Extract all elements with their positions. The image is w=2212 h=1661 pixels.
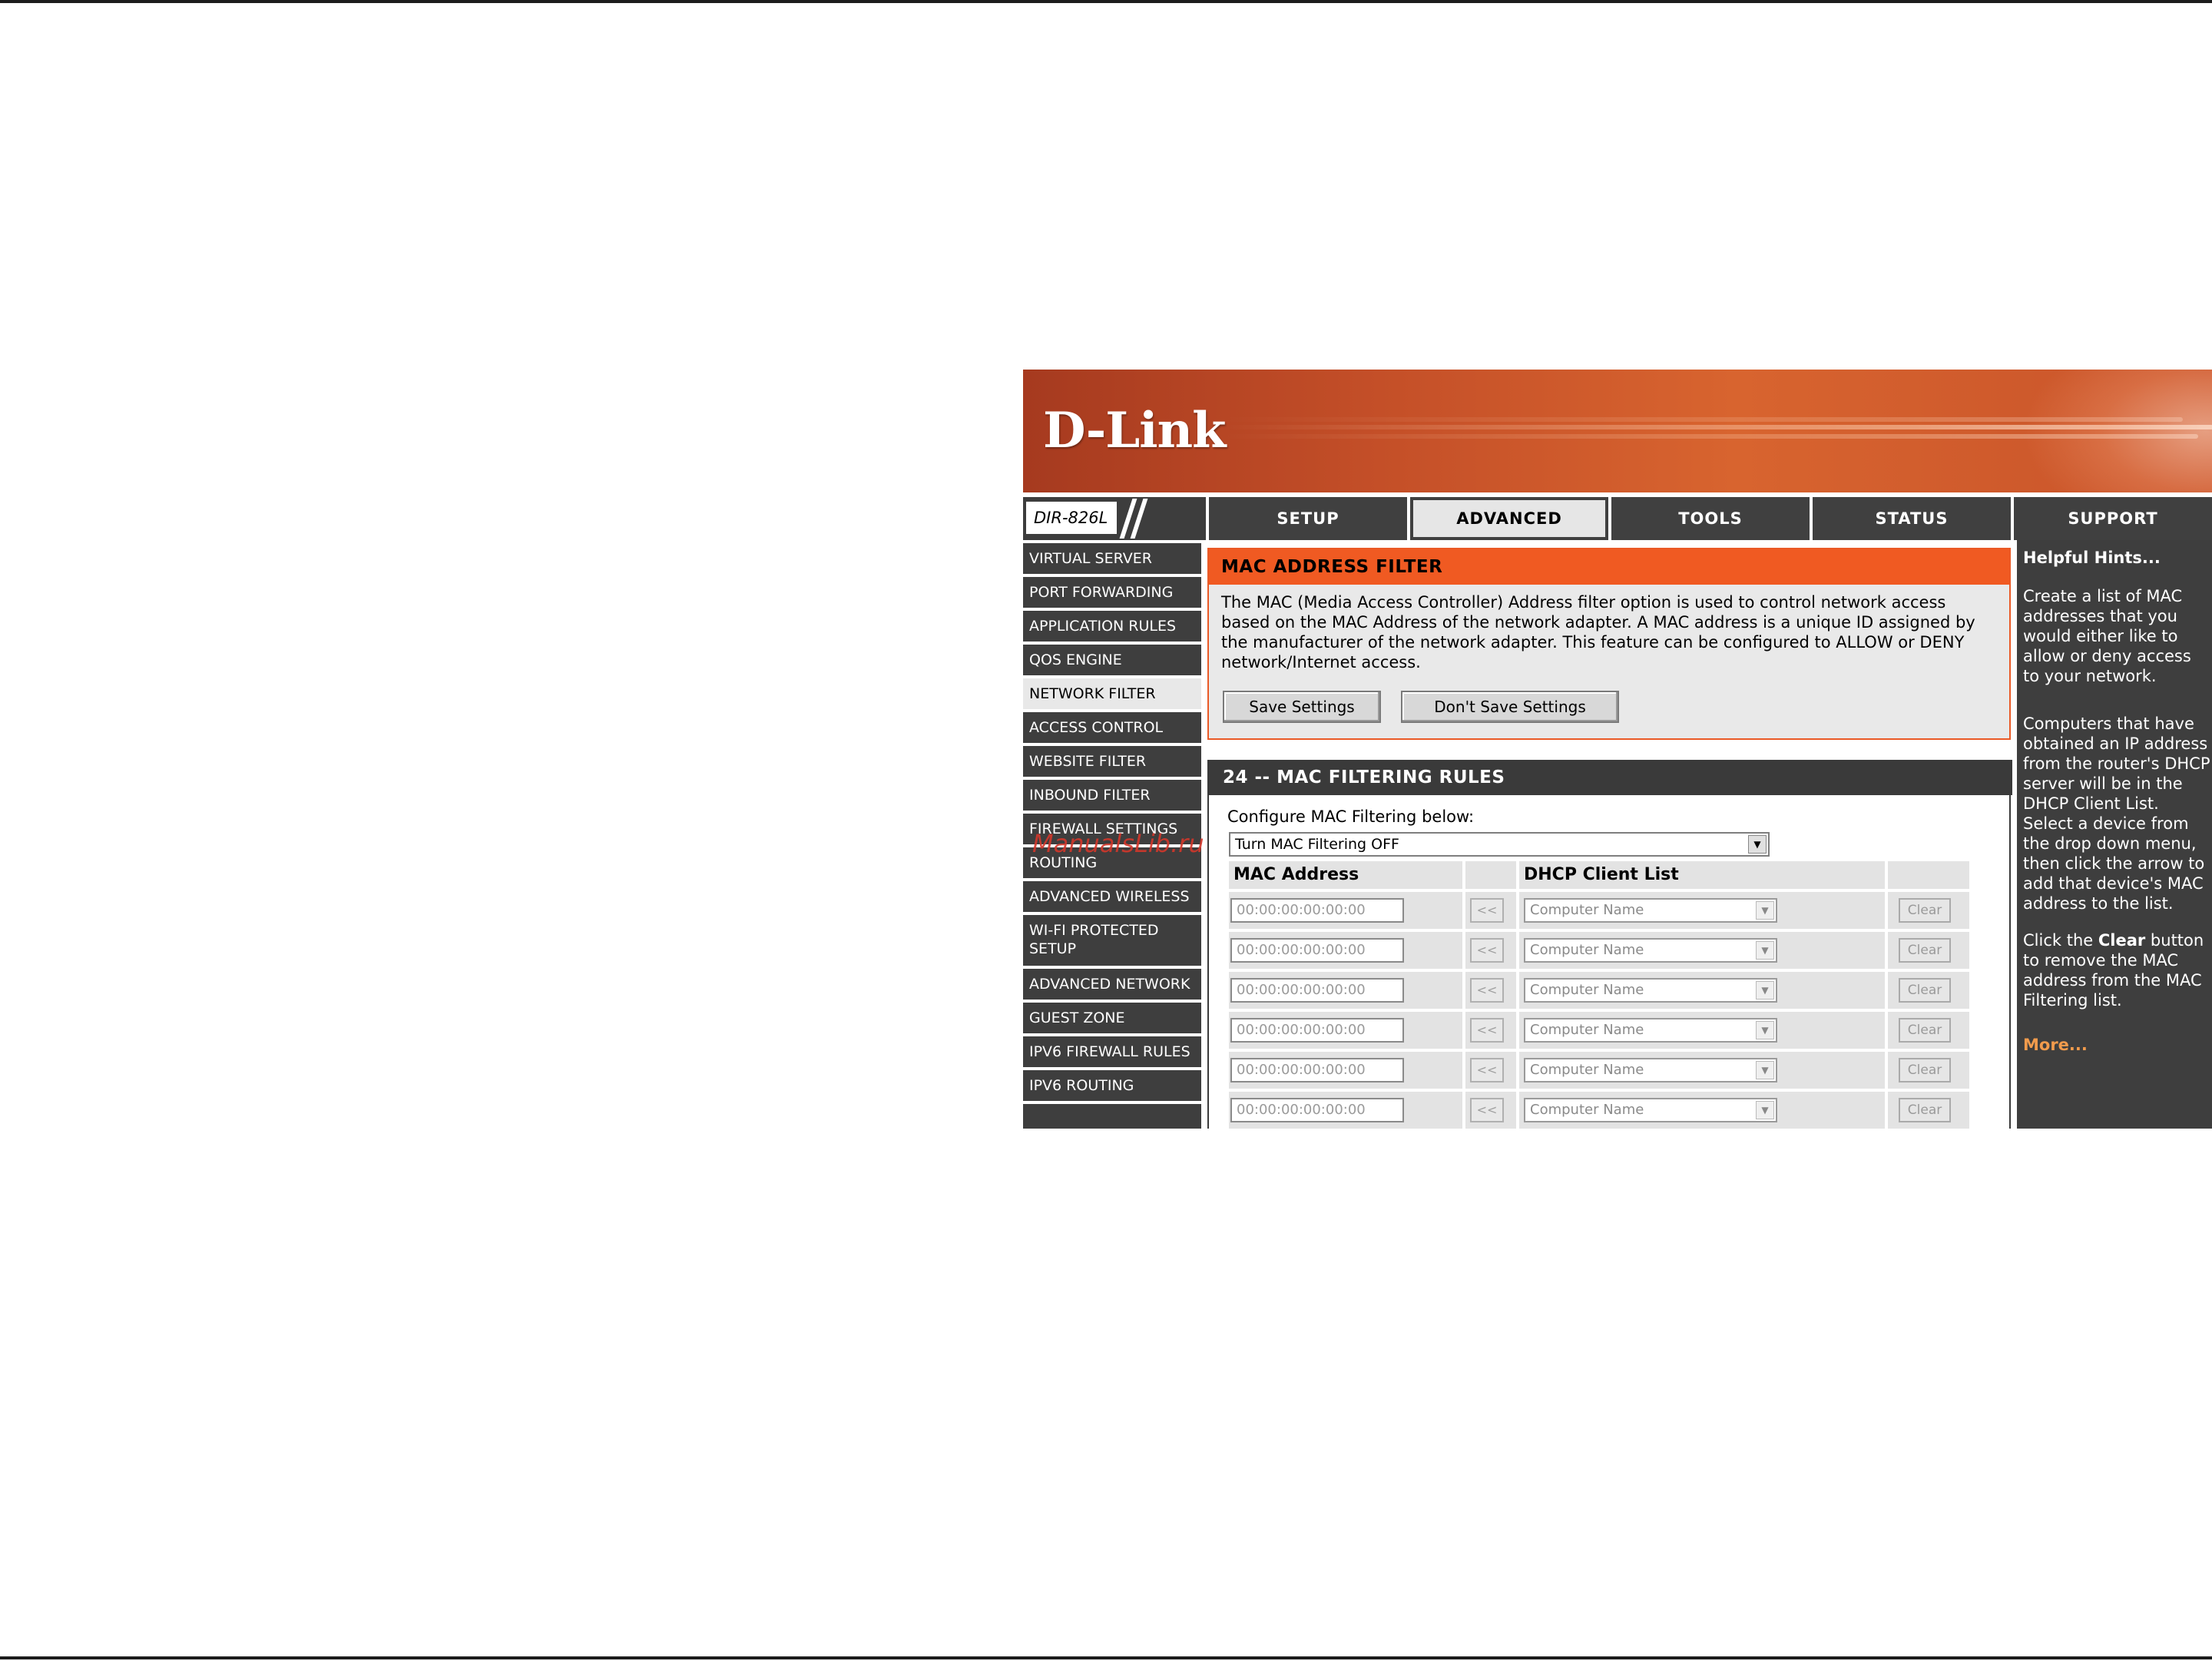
sidebar-item-label: WI-FI PROTECTED: [1029, 922, 1159, 939]
hints-title: Helpful Hints...: [2023, 549, 2161, 567]
mac-address-input[interactable]: 00:00:00:00:00:00: [1230, 1098, 1404, 1122]
mac-filter-mode-select[interactable]: Turn MAC Filtering OFF ▼: [1229, 832, 1770, 857]
sidebar-item-qos-engine[interactable]: QOS ENGINE: [1023, 645, 1201, 675]
chevron-down-icon: ▼: [1756, 901, 1774, 920]
col-header-blank-1: [1465, 861, 1516, 889]
double-left-arrow-icon[interactable]: <<: [1470, 1018, 1504, 1043]
clear-button[interactable]: Clear: [1899, 1098, 1951, 1122]
sidebar-item-advanced-wireless[interactable]: ADVANCED WIRELESS: [1023, 881, 1201, 912]
helpful-hints-panel: Helpful Hints... Create a list of MAC ad…: [2017, 540, 2212, 1129]
chevron-down-icon: ▼: [1756, 1061, 1774, 1079]
sidebar-item-application-rules[interactable]: APPLICATION RULES: [1023, 611, 1201, 642]
chevron-down-icon: ▼: [1756, 1021, 1774, 1039]
table-row: 00:00:00:00:00:00 << Computer Name ▼ Clea…: [1229, 892, 1969, 932]
section-description: The MAC (Media Access Controller) Addres…: [1221, 593, 1975, 671]
hint-paragraph-1: Create a list of MAC addresses that you …: [2023, 587, 2191, 685]
sidebar-filler: [1023, 1104, 1201, 1129]
top-nav: DIR-826L SETUP ADVANCED TOOLS STATUS SUP…: [1023, 497, 2212, 540]
client-select-value: Computer Name: [1530, 902, 1644, 918]
sidebar-item-label-line2: SETUP: [1029, 940, 1077, 957]
col-header-dhcp: DHCP Client List: [1519, 861, 1885, 889]
table-row: 00:00:00:00:00:00 << Computer Name ▼ Clea…: [1229, 1052, 1969, 1092]
save-settings-button[interactable]: Save Settings: [1223, 691, 1381, 723]
rules-title: 24 -- MAC FILTERING RULES: [1209, 760, 2012, 795]
router-admin-screenshot: D-Link DIR-826L SETUP ADVANCED TOOLS STA…: [1023, 370, 2212, 1129]
dlink-logo: D-Link: [1043, 402, 1226, 459]
tab-tools[interactable]: TOOLS: [1611, 497, 1810, 540]
model-badge: DIR-826L: [1023, 497, 1206, 540]
double-left-arrow-icon[interactable]: <<: [1470, 978, 1504, 1003]
dhcp-client-select[interactable]: Computer Name ▼: [1524, 1098, 1777, 1122]
mac-filter-panel: MAC ADDRESS FILTER The MAC (Media Access…: [1207, 548, 2011, 740]
sidebar-item-access-control[interactable]: ACCESS CONTROL: [1023, 712, 1201, 743]
table-row: 00:00:00:00:00:00 << Computer Name ▼ Clea…: [1229, 932, 1969, 972]
double-left-arrow-icon[interactable]: <<: [1470, 1098, 1504, 1122]
sidebar-item-guest-zone[interactable]: GUEST ZONE: [1023, 1003, 1201, 1033]
hint-bold-clear: Clear: [2098, 931, 2146, 950]
dhcp-client-select[interactable]: Computer Name ▼: [1524, 978, 1777, 1003]
client-select-value: Computer Name: [1530, 942, 1644, 958]
mode-select-value: Turn MAC Filtering OFF: [1235, 836, 1399, 853]
sidebar-item-port-forwarding[interactable]: PORT FORWARDING: [1023, 577, 1201, 608]
left-sidebar: VIRTUAL SERVER PORT FORWARDING APPLICATI…: [1023, 540, 1204, 1129]
sidebar-item-advanced-network[interactable]: ADVANCED NETWORK: [1023, 969, 1201, 1000]
sidebar-item-ipv6-routing[interactable]: IPV6 ROUTING: [1023, 1070, 1201, 1101]
tab-status[interactable]: STATUS: [1813, 497, 2011, 540]
mac-filtering-rules-panel: 24 -- MAC FILTERING RULES Configure MAC …: [1207, 760, 2012, 1129]
clear-button[interactable]: Clear: [1899, 1058, 1951, 1082]
sidebar-item-network-filter[interactable]: NETWORK FILTER: [1023, 678, 1201, 709]
table-row: 00:00:00:00:00:00 << Computer Name ▼ Clea…: [1229, 972, 1969, 1012]
table-row: 00:00:00:00:00:00 << Computer Name ▼ Clea…: [1229, 1092, 1969, 1129]
client-select-value: Computer Name: [1530, 982, 1644, 998]
dhcp-client-select[interactable]: Computer Name ▼: [1524, 1018, 1777, 1043]
dhcp-client-select[interactable]: Computer Name ▼: [1524, 938, 1777, 963]
sidebar-item-wifi-protected-setup[interactable]: WI-FI PROTECTED SETUP: [1023, 915, 1201, 966]
watermark: ManualsLib.ru: [1032, 829, 1204, 858]
clear-button[interactable]: Clear: [1899, 1018, 1951, 1043]
client-select-value: Computer Name: [1530, 1102, 1644, 1118]
chevron-down-icon: ▼: [1756, 941, 1774, 960]
mac-address-input[interactable]: 00:00:00:00:00:00: [1230, 1058, 1404, 1082]
chevron-down-icon: ▼: [1748, 835, 1767, 854]
dont-save-settings-button[interactable]: Don't Save Settings: [1401, 691, 1619, 723]
client-select-value: Computer Name: [1530, 1062, 1644, 1078]
page-bottom-rule: [0, 1656, 2212, 1659]
double-left-arrow-icon[interactable]: <<: [1470, 898, 1504, 923]
tab-support[interactable]: SUPPORT: [2014, 497, 2212, 540]
tab-setup[interactable]: SETUP: [1209, 497, 1407, 540]
header-banner: D-Link: [1023, 370, 2212, 492]
mac-address-input[interactable]: 00:00:00:00:00:00: [1230, 1018, 1404, 1043]
more-link[interactable]: More...: [2023, 1035, 2212, 1055]
chevron-down-icon: ▼: [1756, 1101, 1774, 1119]
hint-paragraph-3: Click the Clear button to remove the MAC…: [2023, 930, 2212, 1010]
sidebar-item-ipv6-firewall-rules[interactable]: IPV6 FIREWALL RULES: [1023, 1036, 1201, 1067]
hint-paragraph-2: Computers that have obtained an IP addre…: [2023, 714, 2210, 913]
model-label: DIR-826L: [1026, 502, 1117, 534]
hint-text: Click the: [2023, 931, 2098, 950]
col-header-mac: MAC Address: [1229, 861, 1462, 889]
sidebar-item-inbound-filter[interactable]: INBOUND FILTER: [1023, 780, 1201, 811]
dhcp-client-select[interactable]: Computer Name ▼: [1524, 1058, 1777, 1082]
main-content: MAC ADDRESS FILTER The MAC (Media Access…: [1207, 540, 2012, 1129]
sidebar-item-virtual-server[interactable]: VIRTUAL SERVER: [1023, 543, 1201, 574]
mac-address-input[interactable]: 00:00:00:00:00:00: [1230, 978, 1404, 1003]
dhcp-client-select[interactable]: Computer Name ▼: [1524, 898, 1777, 923]
client-select-value: Computer Name: [1530, 1022, 1644, 1038]
mac-address-input[interactable]: 00:00:00:00:00:00: [1230, 938, 1404, 963]
chevron-down-icon: ▼: [1756, 981, 1774, 1000]
section-title: MAC ADDRESS FILTER: [1209, 549, 2009, 585]
double-left-arrow-icon[interactable]: <<: [1470, 938, 1504, 963]
tab-advanced[interactable]: ADVANCED: [1410, 497, 1608, 540]
clear-button[interactable]: Clear: [1899, 898, 1951, 923]
sidebar-item-website-filter[interactable]: WEBSITE FILTER: [1023, 746, 1201, 777]
configure-label: Configure MAC Filtering below:: [1227, 807, 1475, 826]
col-header-blank-2: [1888, 861, 1969, 889]
table-row: 00:00:00:00:00:00 << Computer Name ▼ Clea…: [1229, 1012, 1969, 1052]
page-top-rule: [0, 0, 2212, 3]
mac-address-input[interactable]: 00:00:00:00:00:00: [1230, 898, 1404, 923]
clear-button[interactable]: Clear: [1899, 938, 1951, 963]
double-left-arrow-icon[interactable]: <<: [1470, 1058, 1504, 1082]
clear-button[interactable]: Clear: [1899, 978, 1951, 1003]
